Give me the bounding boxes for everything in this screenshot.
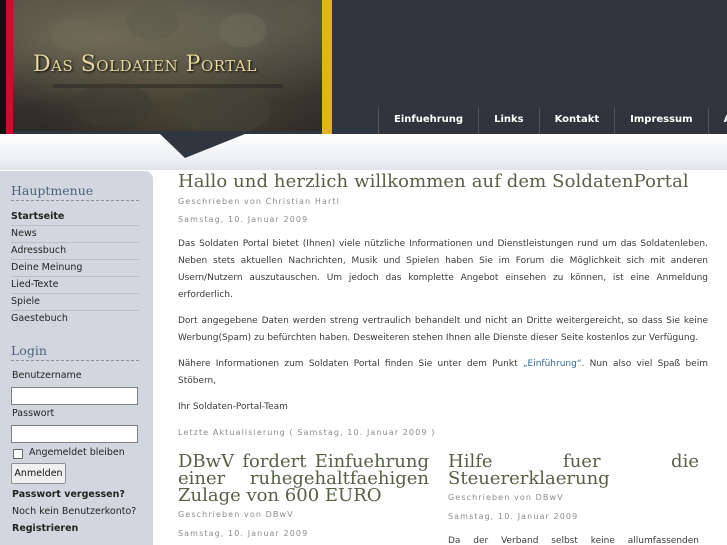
logo-banner[interactable]: Das Soldaten Portal (13, 0, 322, 131)
nav-item-links[interactable]: Links (478, 108, 539, 134)
forgot-password-link[interactable]: Passwort vergessen? (12, 489, 125, 500)
no-account-link[interactable]: Noch kein Benutzerkonto? (12, 506, 136, 517)
menu-item-spiele[interactable]: Spiele (11, 294, 139, 311)
login-button[interactable]: Anmelden (11, 463, 66, 484)
teaser-title[interactable]: DBwV fordert Einfuehrung einer ruhegehal… (178, 453, 429, 505)
logo-title: Das Soldaten Portal (33, 52, 257, 77)
username-label: Benutzername (12, 370, 82, 381)
article-teaser-right: Hilfe fuer die Steuererklaerung Geschrie… (448, 453, 699, 545)
einfuehrung-link[interactable]: „Einführung“. (523, 359, 584, 369)
password-input[interactable] (11, 425, 138, 443)
teaser-title[interactable]: Hilfe fuer die Steuererklaerung (448, 451, 699, 489)
article-teaser-left: DBwV fordert Einfuehrung einer ruhegehal… (178, 453, 429, 539)
menu-item-startseite[interactable]: Startseite (11, 209, 139, 226)
article-more-info: Nähere Informationen zum Soldaten Portal… (178, 356, 708, 390)
article-signoff: Ihr Soldaten-Portal-Team (178, 402, 288, 412)
article-title[interactable]: Hallo und herzlich willkommen auf dem So… (178, 171, 708, 192)
sidebar: Hauptmenue Startseite News Adressbuch De… (0, 171, 153, 545)
flag-stripe-gold (322, 0, 332, 134)
article-paragraph: Dort angegebene Daten werden streng vert… (178, 316, 708, 343)
register-link[interactable]: Registrieren (12, 523, 78, 534)
teaser-author: Geschrieben von DBwV (178, 510, 294, 519)
main-nav: Einfuehrung Links Kontakt Impressum AGB (378, 108, 727, 134)
menu-item-lied-texte[interactable]: Lied-Texte (11, 277, 139, 294)
remember-me-label: Angemeldet bleiben (29, 447, 125, 458)
username-input[interactable] (11, 387, 138, 405)
teaser-author: Geschrieben von DBwV (448, 493, 564, 502)
article-author: Geschrieben von Christian Hartl (178, 197, 340, 206)
login-heading: Login (11, 343, 139, 361)
main-menu-heading: Hauptmenue (11, 183, 139, 201)
main-content: Hallo und herzlich willkommen auf dem So… (178, 171, 708, 437)
article-paragraph: Das Soldaten Portal bietet (Ihnen) viele… (178, 239, 708, 300)
teaser-snippet: Da der Verband selbst keine allumfassend… (448, 536, 699, 545)
menu-item-news[interactable]: News (11, 226, 139, 243)
nav-item-agb[interactable]: AGB (707, 108, 727, 134)
article-last-update: Letzte Aktualisierung ( Samstag, 10. Jan… (178, 428, 436, 437)
password-label: Passwort (12, 408, 55, 419)
menu-item-deine-meinung[interactable]: Deine Meinung (11, 260, 139, 277)
menu-item-gaestebuch[interactable]: Gaestebuch (11, 311, 139, 328)
nav-item-kontakt[interactable]: Kontakt (538, 108, 615, 134)
header-pointer-notch (160, 134, 245, 158)
header-grey-band (0, 136, 727, 170)
teaser-date: Samstag, 10. Januar 2009 (178, 529, 309, 538)
more-info-prefix: Nähere Informationen zum Soldaten Portal… (178, 359, 518, 369)
flag-stripe-red (6, 0, 13, 134)
nav-item-einfuehrung[interactable]: Einfuehrung (378, 108, 479, 134)
menu-item-adressbuch[interactable]: Adressbuch (11, 243, 139, 260)
teaser-date: Samstag, 10. Januar 2009 (448, 512, 579, 521)
nav-item-impressum[interactable]: Impressum (614, 108, 708, 134)
remember-me-checkbox[interactable] (13, 449, 23, 459)
site-header: Das Soldaten Portal Einfuehrung Links Ko… (0, 0, 727, 170)
article-date: Samstag, 10. Januar 2009 (178, 215, 309, 224)
teaser-title-text: Hilfe fuer die Steuererklaerung (448, 451, 699, 489)
